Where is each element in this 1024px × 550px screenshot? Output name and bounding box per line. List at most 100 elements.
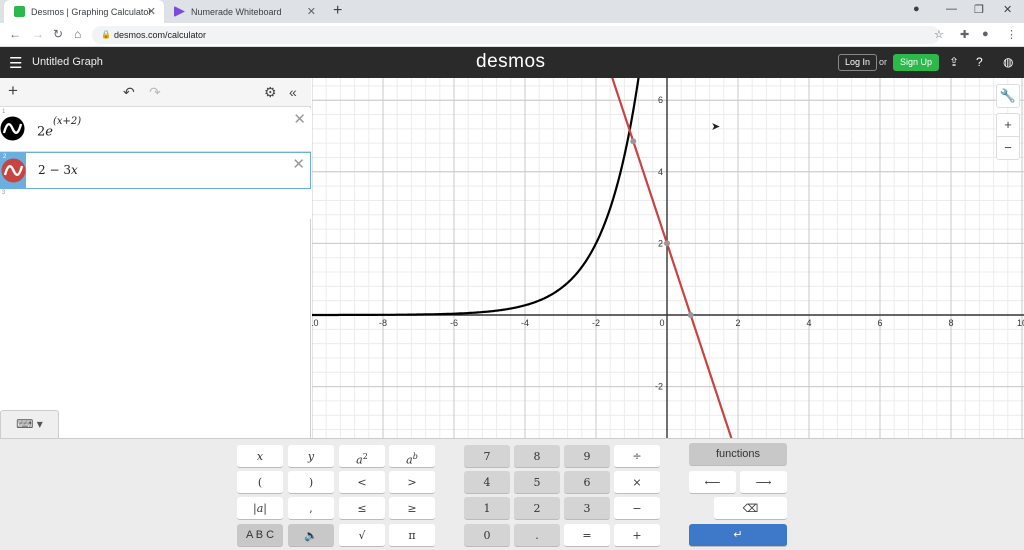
expression-row-2[interactable]: 2 2 − 3x ✕ — [0, 152, 311, 189]
forward-icon[interactable]: → — [32, 27, 44, 41]
key-x[interactable]: x — [237, 445, 283, 468]
key-comma[interactable]: , — [288, 497, 334, 520]
key-left-arrow[interactable]: ⟵ — [689, 471, 736, 494]
speaker-icon: 🔈 — [304, 529, 318, 542]
zoom-out-icon[interactable]: − — [996, 136, 1020, 160]
key-5[interactable]: 5 — [514, 471, 560, 494]
key-audio[interactable]: 🔈 — [288, 524, 334, 547]
key-9[interactable]: 9 — [564, 445, 610, 468]
x-tick-label: 2 — [735, 318, 740, 328]
desmos-favicon-icon — [14, 6, 25, 17]
login-button[interactable]: Log In — [838, 54, 878, 71]
key-a-squared[interactable]: a2 — [339, 445, 385, 468]
key-plus[interactable]: + — [614, 524, 660, 547]
key-close-paren[interactable]: ) — [288, 471, 334, 494]
tab-numerade[interactable]: Numerade Whiteboard ✕ — [164, 0, 324, 23]
expression-latex[interactable]: 2 − 3x — [38, 163, 78, 177]
functions-button[interactable]: functions — [689, 443, 787, 466]
hamburger-menu-icon[interactable]: ☰ — [9, 54, 22, 72]
key-enter[interactable]: ↵ — [689, 524, 787, 547]
x-tick-label: 4 — [806, 318, 811, 328]
x-tick-label: 10 — [1017, 318, 1024, 328]
key-2[interactable]: 2 — [514, 497, 560, 520]
signup-button[interactable]: Sign Up — [893, 54, 940, 71]
url-input[interactable]: 🔒 desmos.com/calculator — [92, 26, 940, 44]
delete-expression-icon[interactable]: ✕ — [292, 155, 305, 173]
expression-row-1[interactable]: 1 2e(x+2) ✕ — [0, 108, 311, 152]
key-0[interactable]: 0 — [464, 524, 510, 547]
reload-icon[interactable]: ↻ — [53, 27, 63, 41]
minimize-icon[interactable]: — — [946, 3, 957, 15]
new-tab-icon[interactable]: + — [333, 2, 342, 20]
key-pi[interactable]: π — [389, 524, 435, 547]
left-arrow-icon: ⟵ — [704, 476, 721, 489]
key-equals[interactable]: = — [564, 524, 610, 547]
browser-tab-bar: Desmos | Graphing Calculator ✕ Numerade … — [0, 0, 1024, 23]
expression-panel: + ↶ ↷ ⚙ « 1 2e(x+2) ✕ 2 2 − 3x ✕ 3 — [0, 78, 311, 438]
key-divide[interactable]: ÷ — [614, 445, 660, 468]
home-icon[interactable]: ⌂ — [74, 27, 81, 41]
key-7[interactable]: 7 — [464, 445, 510, 468]
undo-icon[interactable]: ↶ — [123, 84, 135, 101]
delete-expression-icon[interactable]: ✕ — [293, 110, 306, 128]
graph-paper[interactable]: -10 -8 -6 -4 -2 0 2 4 6 8 10 -2 2 4 6 — [305, 43, 1024, 471]
redo-icon[interactable]: ↷ — [149, 84, 161, 101]
y-tick-label: 6 — [658, 95, 663, 105]
key-6[interactable]: 6 — [564, 471, 610, 494]
key-less-than[interactable]: < — [339, 471, 385, 494]
desmos-header: ☰ Untitled Graph desmos Log In or Sign U… — [0, 47, 1024, 78]
graph-title[interactable]: Untitled Graph — [32, 56, 103, 68]
lock-icon: 🔒 — [101, 30, 111, 39]
key-minus[interactable]: − — [614, 497, 660, 520]
tab-desmos[interactable]: Desmos | Graphing Calculator ✕ — [4, 0, 164, 23]
x-tick-label: -6 — [450, 318, 458, 328]
close-tab-icon[interactable]: ✕ — [307, 5, 316, 18]
keyboard-toggle-button[interactable]: ⌨ ▾ — [0, 410, 59, 438]
key-8[interactable]: 8 — [514, 445, 560, 468]
key-abc[interactable]: A B C — [237, 524, 283, 547]
close-tab-icon[interactable]: ✕ — [147, 5, 156, 18]
key-multiply[interactable]: × — [614, 471, 660, 494]
close-window-icon[interactable]: ✕ — [1003, 3, 1012, 16]
key-sqrt[interactable]: √ — [339, 524, 385, 547]
collapse-panel-icon[interactable]: « — [289, 84, 297, 100]
key-less-equal[interactable]: ≤ — [339, 497, 385, 520]
key-open-paren[interactable]: ( — [237, 471, 283, 494]
language-globe-icon[interactable]: ◍ — [1003, 55, 1013, 69]
zoom-in-icon[interactable]: + — [996, 113, 1020, 137]
graph-settings-wrench-icon[interactable]: 🔧 — [996, 84, 1020, 108]
key-greater-equal[interactable]: ≥ — [389, 497, 435, 520]
settings-gear-icon[interactable]: ⚙ — [264, 84, 277, 101]
share-icon[interactable]: ⇪ — [949, 55, 959, 69]
keyboard-icon: ⌨ ▾ — [16, 417, 43, 431]
help-icon[interactable]: ? — [976, 55, 983, 69]
tab-search-icon[interactable]: ● — [913, 3, 920, 15]
maximize-icon[interactable]: ❐ — [974, 3, 984, 16]
key-1[interactable]: 1 — [464, 497, 510, 520]
browser-menu-icon[interactable]: ⋮ — [1006, 28, 1017, 41]
key-backspace[interactable]: ⌫ — [714, 497, 787, 520]
graph-curve-icon[interactable] — [1, 158, 26, 183]
or-text: or — [879, 57, 888, 67]
key-greater-than[interactable]: > — [389, 471, 435, 494]
math-keypad: x y a2 ab ( ) < > |a| , ≤ ≥ A B C 🔈 √ π … — [0, 438, 1024, 550]
key-y[interactable]: y — [288, 445, 334, 468]
expression-row-3[interactable]: 3 — [0, 189, 311, 219]
key-a-power-b[interactable]: ab — [389, 445, 435, 468]
key-3[interactable]: 3 — [564, 497, 610, 520]
extensions-icon[interactable]: ✚ — [960, 28, 969, 41]
y-tick-label: -2 — [655, 382, 663, 392]
key-4[interactable]: 4 — [464, 471, 510, 494]
tab-title: Desmos | Graphing Calculator — [31, 6, 152, 17]
key-decimal[interactable]: . — [514, 524, 560, 547]
expression-latex[interactable]: 2e(x+2) — [37, 116, 81, 139]
add-item-icon[interactable]: + — [8, 81, 18, 101]
graph-curve-icon[interactable] — [0, 116, 25, 141]
back-icon[interactable]: ← — [9, 27, 21, 41]
key-right-arrow[interactable]: ⟶ — [740, 471, 787, 494]
graph-svg[interactable]: -10 -8 -6 -4 -2 0 2 4 6 8 10 -2 2 4 6 — [305, 43, 1024, 471]
bookmark-star-icon[interactable]: ☆ — [934, 28, 944, 41]
key-abs[interactable]: |a| — [237, 497, 283, 520]
x-tick-label: -10 — [312, 318, 319, 328]
profile-icon[interactable]: ● — [982, 28, 989, 40]
